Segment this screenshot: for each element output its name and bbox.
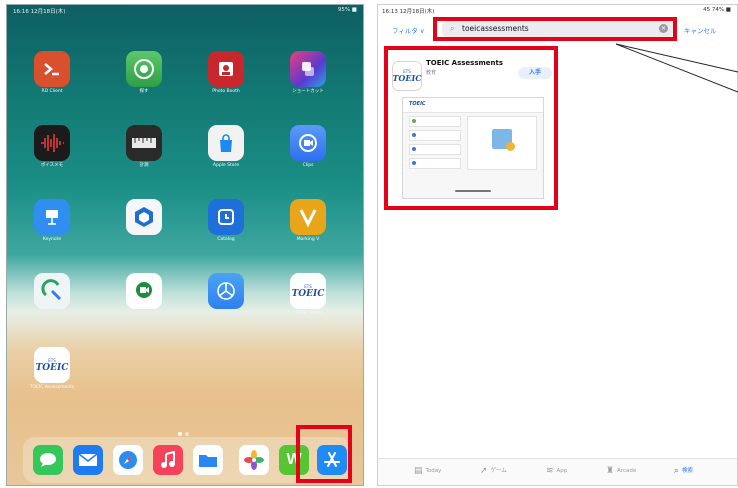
app-meet[interactable] bbox=[113, 273, 175, 312]
app-label: 探す bbox=[139, 89, 149, 94]
tab-games[interactable]: ➚ ゲーム bbox=[480, 466, 507, 476]
apps-icon: ≋ bbox=[546, 466, 554, 476]
shortcuts-icon bbox=[290, 51, 326, 87]
app-photo-booth[interactable]: Photo Booth bbox=[195, 51, 257, 95]
app-label: Clips bbox=[302, 163, 314, 168]
app-hexagon[interactable] bbox=[113, 199, 175, 238]
app-label: 計測 bbox=[139, 163, 149, 168]
status-battery: 45 74% ■ bbox=[703, 7, 731, 13]
tab-arcade[interactable]: ♜ Arcade bbox=[606, 466, 636, 476]
app-catalog[interactable]: Catalog bbox=[195, 199, 257, 243]
highlight-search-field bbox=[433, 17, 677, 41]
voice-memos-icon bbox=[34, 125, 70, 161]
testflight-icon bbox=[208, 273, 244, 309]
photo-booth-icon bbox=[208, 51, 244, 87]
app-voice-memos[interactable]: ボイスメモ bbox=[21, 125, 83, 169]
messages-icon[interactable] bbox=[33, 445, 63, 475]
mail-icon[interactable] bbox=[73, 445, 103, 475]
hexagon-app-icon bbox=[126, 199, 162, 235]
status-bar: 16:13 12月18日(木) 45 74% ■ bbox=[378, 5, 737, 17]
app-label: ボイスメモ bbox=[40, 163, 64, 168]
filter-button[interactable]: フィルタ ∨ bbox=[392, 25, 425, 35]
app-apple-store[interactable]: Apple Store bbox=[195, 125, 257, 169]
status-battery: 95% ■ bbox=[337, 7, 357, 13]
app-label: ショートカット bbox=[292, 89, 324, 94]
app-shortcuts[interactable]: ショートカット bbox=[277, 51, 339, 95]
app-testflight[interactable] bbox=[195, 273, 257, 312]
music-icon[interactable] bbox=[153, 445, 183, 475]
app-label: Marking V bbox=[296, 237, 320, 242]
toeic-wordmark: TOEIC bbox=[35, 362, 69, 373]
files-icon[interactable] bbox=[193, 445, 223, 475]
highlight-app-store bbox=[296, 425, 352, 483]
app-find-my[interactable]: 探す bbox=[113, 51, 175, 95]
games-icon: ➚ bbox=[480, 466, 488, 476]
app-label: Photo Booth bbox=[212, 89, 240, 94]
app-toeic-tests[interactable]: ETS TOEIC TOEIC Tests bbox=[277, 273, 339, 317]
app-toeic-assessments[interactable]: ETS TOEIC TOEIC Assessments bbox=[21, 347, 83, 391]
apple-store-icon bbox=[208, 125, 244, 161]
status-time: 16:13 12月18日(木) bbox=[382, 9, 435, 15]
rd-client-icon bbox=[34, 51, 70, 87]
meet-icon bbox=[126, 273, 162, 309]
app-keynote[interactable]: Keynote bbox=[21, 199, 83, 243]
app-measure[interactable]: 計測 bbox=[113, 125, 175, 169]
highlight-search-result bbox=[384, 46, 558, 210]
clips-icon bbox=[290, 125, 326, 161]
toeic-assessments-icon: ETS TOEIC bbox=[34, 347, 70, 383]
status-time: 16:16 12月18日(木) bbox=[13, 9, 66, 15]
cancel-button[interactable]: キャンセル bbox=[684, 25, 717, 35]
measure-icon bbox=[126, 125, 162, 161]
app-label: TOEIC Tests bbox=[294, 311, 322, 316]
marking-icon bbox=[290, 199, 326, 235]
tab-search[interactable]: ⌕ 検索 bbox=[674, 466, 693, 476]
app-label: TOEIC Assessments bbox=[29, 385, 75, 390]
app-clips[interactable]: Clips bbox=[277, 125, 339, 169]
safari-icon[interactable] bbox=[113, 445, 143, 475]
keynote-icon bbox=[34, 199, 70, 235]
catalog-icon bbox=[208, 199, 244, 235]
find-my-icon bbox=[126, 51, 162, 87]
search-tab-icon: ⌕ bbox=[674, 466, 680, 476]
ipad-home-screen: 16:16 12月18日(木) 95% ■ RD Client 探す Photo… bbox=[6, 4, 364, 486]
toeic-wordmark: TOEIC bbox=[291, 288, 325, 299]
status-bar: 16:16 12月18日(木) 95% ■ bbox=[7, 5, 363, 17]
app-rd-client[interactable]: RD Client bbox=[21, 51, 83, 95]
app-marking[interactable]: Marking V bbox=[277, 199, 339, 243]
app-label: Catalog bbox=[217, 237, 235, 242]
arcade-icon: ♜ bbox=[606, 466, 615, 476]
ring-app-icon bbox=[34, 273, 70, 309]
tab-today[interactable]: ▤ Today bbox=[414, 466, 441, 476]
tab-apps[interactable]: ≋ App bbox=[546, 466, 567, 476]
toeic-tests-icon: ETS TOEIC bbox=[290, 273, 326, 309]
today-icon: ▤ bbox=[414, 466, 423, 476]
app-label: Keynote bbox=[42, 237, 62, 242]
app-label: RD Client bbox=[41, 89, 63, 94]
photos-icon[interactable] bbox=[239, 445, 269, 475]
app-ring[interactable] bbox=[21, 273, 83, 312]
app-label: Apple Store bbox=[212, 163, 240, 168]
tab-bar: ▤ Today ➚ ゲーム ≋ App ♜ Arcade ⌕ 検索 bbox=[378, 458, 737, 485]
